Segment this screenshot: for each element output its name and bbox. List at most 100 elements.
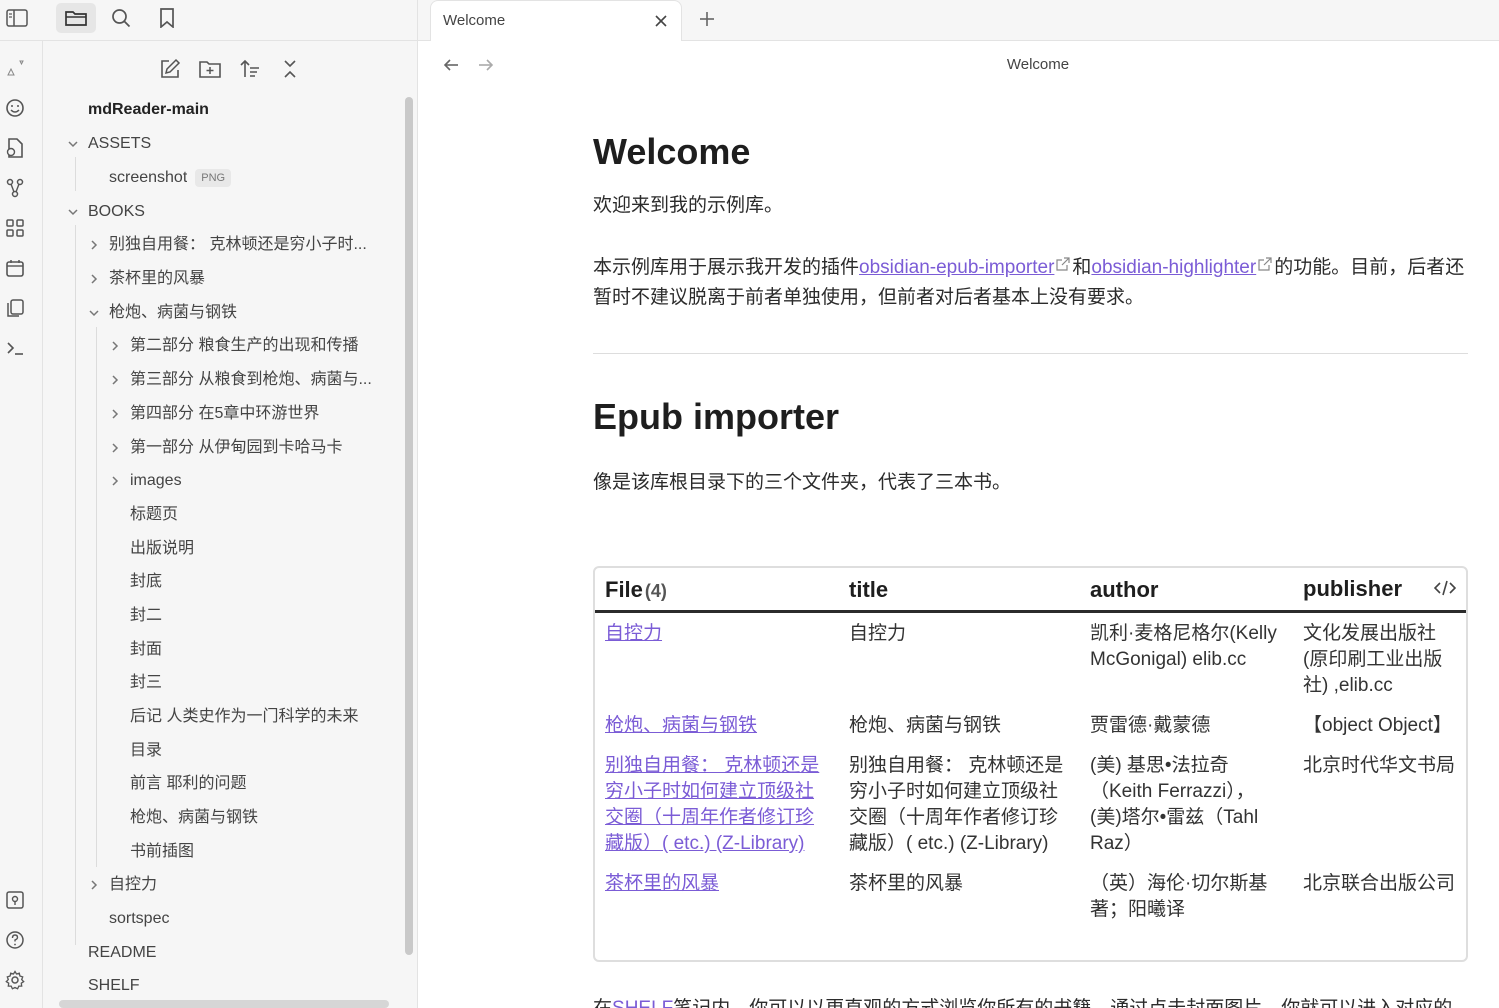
file-link[interactable]: 枪炮、病菌与钢铁	[605, 715, 757, 736]
search-icon[interactable]	[104, 3, 138, 33]
calendar-icon[interactable]	[4, 257, 26, 279]
editor-view: Welcome Welcome 欢迎来到我的示例库。 本示例库用于展示我开发的插…	[418, 41, 1499, 1008]
terminal-icon[interactable]	[4, 337, 26, 359]
link-epub-importer[interactable]: obsidian-epub-importer	[859, 257, 1054, 278]
tree-file[interactable]: 封三	[130, 668, 162, 698]
table-row: 枪炮、病菌与钢铁 枪炮、病菌与钢铁 贾雷德·戴蒙德 【object Object…	[595, 705, 1466, 745]
tree-file[interactable]: 前言 耶利的问题	[130, 769, 246, 799]
dataview-table: File (4) title author publisher 自控力 自控力 凯…	[593, 566, 1468, 962]
tree-file[interactable]: 枪炮、病菌与钢铁	[130, 803, 258, 833]
tree-folder-book[interactable]: 枪炮、病菌与钢铁	[87, 298, 237, 328]
help-icon[interactable]	[4, 929, 26, 951]
tree-file[interactable]: 封二	[130, 601, 162, 631]
link-highlighter[interactable]: obsidian-highlighter	[1091, 257, 1256, 278]
help-vault-icon[interactable]	[4, 889, 26, 911]
tree-folder-images[interactable]: images	[108, 466, 182, 496]
tree-item-label: 后记 人类史作为一门科学的未来	[130, 708, 359, 725]
table-cell-author: 凯利·麦格尼格尔(Kelly McGonigal) elib.cc	[1090, 623, 1277, 670]
heading-epub-importer: Epub importer	[593, 396, 840, 437]
header-label: publisher	[1303, 576, 1403, 601]
tree-file[interactable]: sortspec	[109, 904, 169, 934]
explorer-hscrollbar[interactable]	[59, 1000, 389, 1008]
tree-file[interactable]: 封底	[130, 567, 162, 597]
tree-item-label: 枪炮、病菌与钢铁	[130, 809, 259, 826]
grid-icon[interactable]	[4, 217, 26, 239]
vault-switch-icon[interactable]	[4, 57, 26, 79]
table-cell-file: 枪炮、病菌与钢铁	[595, 705, 839, 745]
settings-icon[interactable]	[4, 969, 26, 991]
chevron-right-icon	[87, 238, 101, 252]
column-header-publisher[interactable]: publisher	[1293, 568, 1466, 613]
sort-icon[interactable]	[236, 55, 264, 83]
obsidian-app: mdReader-main ASSETS screenshot PNG BOOK…	[0, 0, 1499, 1008]
tree-folder-chapter[interactable]: 第二部分 粮食生产的出现和传播	[108, 331, 358, 361]
tree-file[interactable]: 标题页	[130, 500, 178, 530]
tree-folder-books[interactable]: BOOKS	[66, 197, 145, 227]
tree-item-label: SHELF	[88, 977, 140, 994]
table-header-row: File (4) title author publisher	[595, 568, 1466, 613]
table-cell-file: 自控力	[595, 612, 839, 706]
tree-item-label: 前言 耶利的问题	[130, 775, 247, 792]
link-shelf[interactable]: SHELF	[612, 998, 673, 1008]
chevron-down-icon	[66, 205, 80, 219]
explorer-scrollbar[interactable]	[405, 97, 413, 955]
table-cell-title: 自控力	[849, 623, 907, 644]
chevron-right-icon	[87, 878, 101, 892]
new-note-icon[interactable]	[156, 55, 184, 83]
text-span: 本示例库用于展示我开发的插件	[593, 257, 860, 278]
copy-icon[interactable]	[4, 297, 26, 319]
table-row: 别独自用餐： 克林顿还是穷小子时如何建立顶级社交圈（十周年作者修订珍藏版）( e…	[595, 745, 1466, 863]
plus-icon[interactable]	[694, 6, 720, 32]
tree-file[interactable]: 封面	[130, 635, 162, 665]
tree-file-screenshot[interactable]: screenshot PNG	[109, 163, 232, 193]
column-header-title[interactable]: title	[839, 568, 1080, 613]
chevron-right-icon	[108, 474, 122, 488]
file-link[interactable]: 自控力	[605, 623, 662, 644]
text-span: 和	[1072, 257, 1092, 278]
tree-item-label: 别独自用餐： 克林顿还是穷小子时...	[109, 236, 367, 253]
tree-folder-book[interactable]: 别独自用餐： 克林顿还是穷小子时...	[87, 230, 377, 260]
sidebar-toggle-icon[interactable]	[0, 3, 34, 33]
tree-file[interactable]: SHELF	[88, 971, 140, 1001]
tree-folder-book[interactable]: 自控力	[87, 870, 157, 900]
column-header-file[interactable]: File (4)	[595, 568, 839, 613]
close-icon[interactable]	[651, 11, 671, 31]
tree-file[interactable]: README	[88, 938, 156, 968]
folder-icon[interactable]	[56, 3, 96, 33]
file-link[interactable]: 别独自用餐： 克林顿还是穷小子时如何建立顶级社交圈（十周年作者修订珍藏版）( e…	[605, 755, 819, 854]
table-cell-author: （英）海伦·切尔斯基著；阳曦译	[1090, 873, 1268, 920]
tree-guide	[75, 157, 76, 191]
new-folder-icon[interactable]	[196, 55, 224, 83]
graph-icon[interactable]	[4, 177, 26, 199]
smiley-icon[interactable]	[4, 97, 26, 119]
sidebar-top-toolbar	[0, 0, 418, 41]
collapse-icon[interactable]	[276, 55, 304, 83]
left-ribbon	[0, 41, 43, 1008]
bookmark-icon[interactable]	[150, 3, 184, 33]
tab-welcome[interactable]: Welcome	[430, 0, 682, 41]
table-cell-publisher: 【object Object】	[1303, 715, 1452, 736]
chevron-right-icon	[108, 407, 122, 421]
table-cell-title: 茶杯里的风暴	[849, 873, 964, 894]
file-plus-icon[interactable]	[4, 137, 26, 159]
file-explorer: mdReader-main ASSETS screenshot PNG BOOK…	[43, 41, 418, 1008]
table-cell-author: 贾雷德·戴蒙德	[1090, 715, 1211, 736]
column-header-author[interactable]: author	[1080, 568, 1293, 613]
tree-guide	[96, 327, 97, 867]
tree-root[interactable]: mdReader-main	[88, 95, 209, 125]
tree-file[interactable]: 书前插图	[130, 837, 194, 867]
tree-folder-chapter[interactable]: 第四部分 在5章中环游世界	[108, 399, 319, 429]
tree-file[interactable]: 出版说明	[130, 534, 194, 564]
code-icon[interactable]	[1433, 578, 1457, 604]
tree-folder-book[interactable]: 茶杯里的风暴	[87, 264, 205, 294]
tree-folder-assets[interactable]: ASSETS	[66, 129, 151, 159]
file-link[interactable]: 茶杯里的风暴	[605, 873, 719, 894]
tree-item-label: images	[130, 472, 182, 489]
tree-file[interactable]: 目录	[130, 736, 162, 766]
shelf-paragraph: 在SHELF笔记内，你可以以更直观的方式浏览你所有的书籍，通过点击封面图片，你就…	[593, 994, 1468, 1008]
tree-folder-chapter[interactable]: 第一部分 从伊甸园到卡哈马卡	[108, 433, 342, 463]
tree-item-label: ASSETS	[88, 135, 152, 152]
heading-welcome: Welcome	[593, 131, 751, 172]
tree-folder-chapter[interactable]: 第三部分 从粮食到枪炮、病菌与...	[108, 365, 378, 395]
tree-file[interactable]: 后记 人类史作为一门科学的未来	[130, 702, 358, 732]
